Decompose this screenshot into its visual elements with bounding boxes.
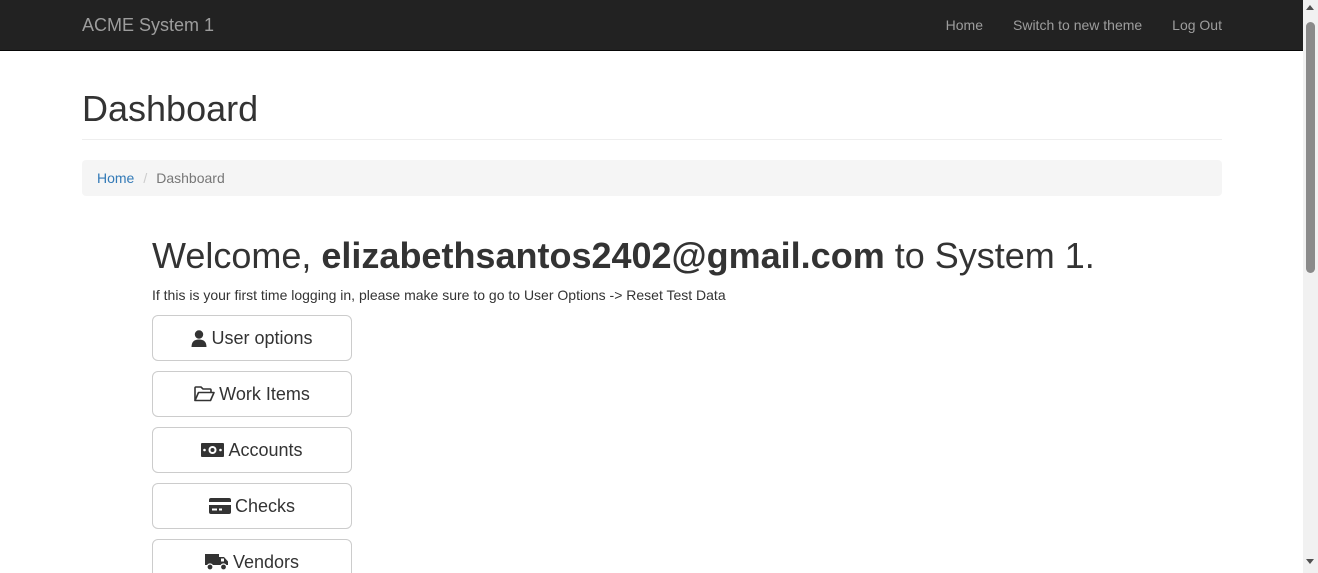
accounts-label: Accounts	[228, 439, 303, 460]
breadcrumb-separator: /	[143, 170, 148, 186]
breadcrumb-current: Dashboard	[156, 170, 225, 186]
nav-links: Home Switch to new theme Log Out	[931, 0, 1222, 50]
credit-card-icon	[208, 498, 231, 514]
user-options-label: User options	[211, 327, 313, 348]
title-divider	[82, 139, 1222, 140]
checks-label: Checks	[234, 495, 296, 516]
nav-link-home[interactable]: Home	[931, 0, 998, 50]
top-navbar: ACME System 1 Home Switch to new theme L…	[0, 0, 1303, 51]
user-options-button[interactable]: User options	[152, 315, 352, 361]
welcome-email: elizabethsantos2402@gmail.com	[321, 235, 885, 276]
scroll-down-icon[interactable]	[1306, 559, 1314, 564]
page-title: Dashboard	[82, 88, 259, 129]
welcome-suffix: to System 1.	[884, 235, 1095, 276]
folder-open-icon	[194, 386, 215, 402]
breadcrumb: Home / Dashboard	[82, 160, 1222, 196]
user-icon	[191, 329, 207, 347]
scroll-thumb[interactable]	[1306, 22, 1315, 273]
scroll-up-icon[interactable]	[1306, 5, 1314, 10]
vendors-label: Vendors	[232, 551, 300, 572]
nav-link-switch-theme[interactable]: Switch to new theme	[998, 0, 1157, 50]
first-login-hint: If this is your first time logging in, p…	[152, 287, 726, 303]
truck-icon	[204, 553, 229, 571]
vendors-button[interactable]: Vendors	[152, 539, 352, 573]
work-items-button[interactable]: Work Items	[152, 371, 352, 417]
money-icon	[201, 443, 225, 457]
accounts-button[interactable]: Accounts	[152, 427, 352, 473]
page-scrollbar[interactable]	[1303, 0, 1318, 573]
brand-link[interactable]: ACME System 1	[82, 14, 214, 36]
welcome-heading: Welcome, elizabethsantos2402@gmail.com t…	[152, 234, 1095, 278]
work-items-label: Work Items	[219, 383, 310, 404]
breadcrumb-home[interactable]: Home	[97, 170, 134, 186]
checks-button[interactable]: Checks	[152, 483, 352, 529]
welcome-prefix: Welcome,	[152, 235, 322, 276]
nav-link-log-out[interactable]: Log Out	[1157, 0, 1222, 50]
